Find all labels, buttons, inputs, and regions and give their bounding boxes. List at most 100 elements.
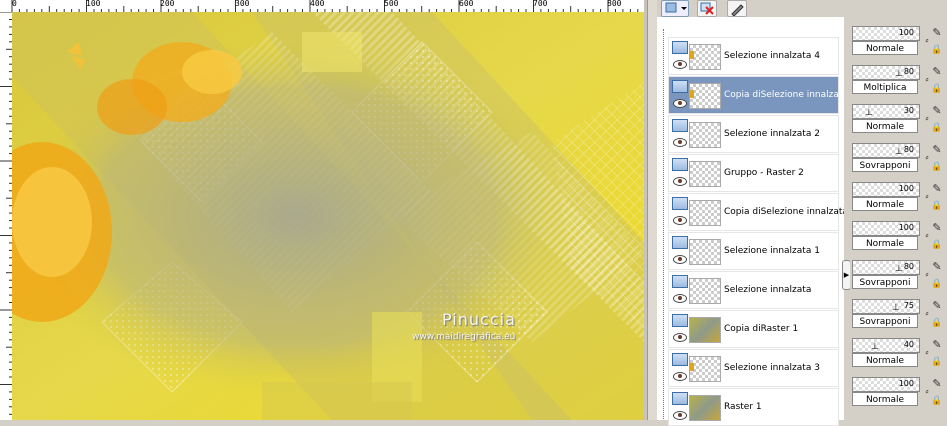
opacity-value: 100 (898, 379, 914, 388)
raster-layer-icon[interactable] (672, 197, 688, 210)
raster-layer-icon[interactable] (672, 119, 688, 132)
blend-mode-select[interactable]: Normale (852, 197, 918, 211)
layer-row[interactable]: Copia diRaster 1 (668, 310, 839, 348)
raster-layer-icon[interactable] (672, 353, 688, 366)
opacity-slider[interactable]: 100 (852, 182, 920, 197)
visibility-eye-icon[interactable] (673, 411, 687, 420)
opacity-value: 100 (898, 223, 914, 232)
raster-layer-icon[interactable] (672, 275, 688, 288)
layer-properties-row: 30 ⊥ Normale ⸗ ✎ 🔒 (852, 102, 947, 140)
delete-glyph (700, 2, 714, 15)
opacity-slider[interactable]: 80 ⊥ (852, 65, 920, 80)
opacity-slider-thumb[interactable]: ⊥ (895, 148, 903, 157)
blend-mode-select[interactable]: Normale (852, 41, 918, 55)
ruler-label: 600 (459, 0, 474, 8)
visibility-eye-icon[interactable] (673, 99, 687, 108)
layer-properties-row: 80 ⊥ Moltiplica ⸗ ✎ 🔒 (852, 63, 947, 101)
raster-layer-icon[interactable] (672, 236, 688, 249)
brush-icon[interactable]: ✎ (930, 26, 944, 39)
layer-properties-row: 100 Normale ⸗ ✎ 🔒 (852, 375, 947, 413)
opacity-value: 100 (898, 184, 914, 193)
blend-mode-select[interactable]: Normale (852, 392, 918, 406)
ruler-label: 800 (607, 0, 622, 8)
tree-line (663, 29, 665, 419)
opacity-slider-thumb[interactable]: ⊥ (892, 304, 900, 313)
layer-properties-row: 75 ⊥ Sovrapponi ⸗ ✎ 🔒 (852, 297, 947, 335)
brush-icon[interactable]: ✎ (930, 65, 944, 78)
raster-layer-icon[interactable] (672, 80, 688, 93)
lock-icon[interactable]: 🔒 (930, 239, 944, 252)
raster-layer-icon[interactable] (672, 41, 688, 54)
layer-row[interactable]: Raster 1 (668, 388, 839, 426)
brush-icon[interactable]: ✎ (930, 377, 944, 390)
blend-mode-select[interactable]: Sovrapponi (852, 275, 918, 289)
layer-thumbnail (689, 200, 721, 226)
visibility-eye-icon[interactable] (673, 372, 687, 381)
ruler-label: 200 (160, 0, 175, 8)
visibility-eye-icon[interactable] (673, 138, 687, 147)
lock-icon[interactable]: 🔒 (930, 278, 944, 291)
brush-icon[interactable]: ✎ (930, 221, 944, 234)
layer-row[interactable]: Selezione innalzata 2 (668, 115, 839, 153)
opacity-slider-thumb[interactable]: ⊥ (895, 265, 903, 274)
blend-mode-select[interactable]: Sovrapponi (852, 158, 918, 172)
layer-row[interactable]: Selezione innalzata 3 (668, 349, 839, 387)
lock-icon[interactable]: 🔒 (930, 317, 944, 330)
raster-layer-icon[interactable] (672, 158, 688, 171)
brush-icon[interactable]: ✎ (930, 143, 944, 156)
layer-row[interactable]: Copia diSelezione innalzata (668, 193, 848, 231)
opacity-slider[interactable]: 40 ⊥ (852, 338, 920, 353)
blend-mode-select[interactable]: Normale (852, 353, 918, 367)
lock-icon[interactable]: 🔒 (930, 200, 944, 213)
layer-row[interactable]: Copia diSelezione innalzata (668, 76, 848, 114)
opacity-slider[interactable]: 80 ⊥ (852, 260, 920, 275)
blend-mode-select[interactable]: Sovrapponi (852, 314, 918, 328)
layer-thumbnail (689, 356, 721, 382)
opacity-slider[interactable]: 75 ⊥ (852, 299, 920, 314)
lock-icon[interactable]: 🔒 (930, 44, 944, 57)
layer-row[interactable]: Selezione innalzata 1 (668, 232, 839, 270)
blend-mode-select[interactable]: Moltiplica (852, 80, 918, 94)
opacity-slider-thumb[interactable]: ⊥ (865, 109, 873, 118)
opacity-slider[interactable]: 100 (852, 221, 920, 236)
visibility-eye-icon[interactable] (673, 177, 687, 186)
lock-icon[interactable]: 🔒 (930, 122, 944, 135)
edit-icon[interactable] (727, 0, 747, 17)
lock-icon[interactable]: 🔒 (930, 395, 944, 408)
brush-icon[interactable]: ✎ (930, 104, 944, 117)
opacity-slider[interactable]: 100 (852, 377, 920, 392)
layer-name: Copia diRaster 1 (724, 324, 799, 334)
visibility-eye-icon[interactable] (673, 216, 687, 225)
visibility-eye-icon[interactable] (673, 333, 687, 342)
raster-layer-icon[interactable] (672, 314, 688, 327)
lock-icon[interactable]: 🔒 (930, 161, 944, 174)
layer-row[interactable]: Selezione innalzata 4 (668, 37, 839, 75)
visibility-eye-icon[interactable] (673, 60, 687, 69)
layer-row[interactable]: Gruppo - Raster 2 (668, 154, 839, 192)
blend-mode-select[interactable]: Normale (852, 119, 918, 133)
delete-icon[interactable] (697, 0, 717, 17)
opacity-slider[interactable]: 100 (852, 26, 920, 41)
opacity-slider-thumb[interactable]: ⊥ (895, 70, 903, 79)
lock-icon[interactable]: 🔒 (930, 356, 944, 369)
opacity-value: 40 (903, 340, 914, 349)
image-canvas[interactable]: Pinuccia www.maidiregrafica.eu (12, 12, 644, 420)
layer-row[interactable]: Selezione innalzata (668, 271, 839, 309)
opacity-value: 100 (898, 28, 914, 37)
layer-thumbnail (689, 317, 721, 343)
layer-visibility-icon[interactable] (661, 0, 689, 17)
opacity-slider-thumb[interactable]: ⊥ (871, 343, 879, 352)
raster-layer-icon[interactable] (672, 392, 688, 405)
brush-icon[interactable]: ✎ (930, 338, 944, 351)
blend-mode-select[interactable]: Normale (852, 236, 918, 250)
layer-name: Copia diSelezione innalzata (724, 90, 848, 100)
brush-icon[interactable]: ✎ (930, 260, 944, 273)
visibility-eye-icon[interactable] (673, 255, 687, 264)
lock-icon[interactable]: 🔒 (930, 83, 944, 96)
opacity-slider[interactable]: 30 ⊥ (852, 104, 920, 119)
visibility-eye-icon[interactable] (673, 294, 687, 303)
opacity-slider[interactable]: 80 ⊥ (852, 143, 920, 158)
brush-icon[interactable]: ✎ (930, 182, 944, 195)
opacity-value: 75 (903, 301, 914, 310)
brush-icon[interactable]: ✎ (930, 299, 944, 312)
